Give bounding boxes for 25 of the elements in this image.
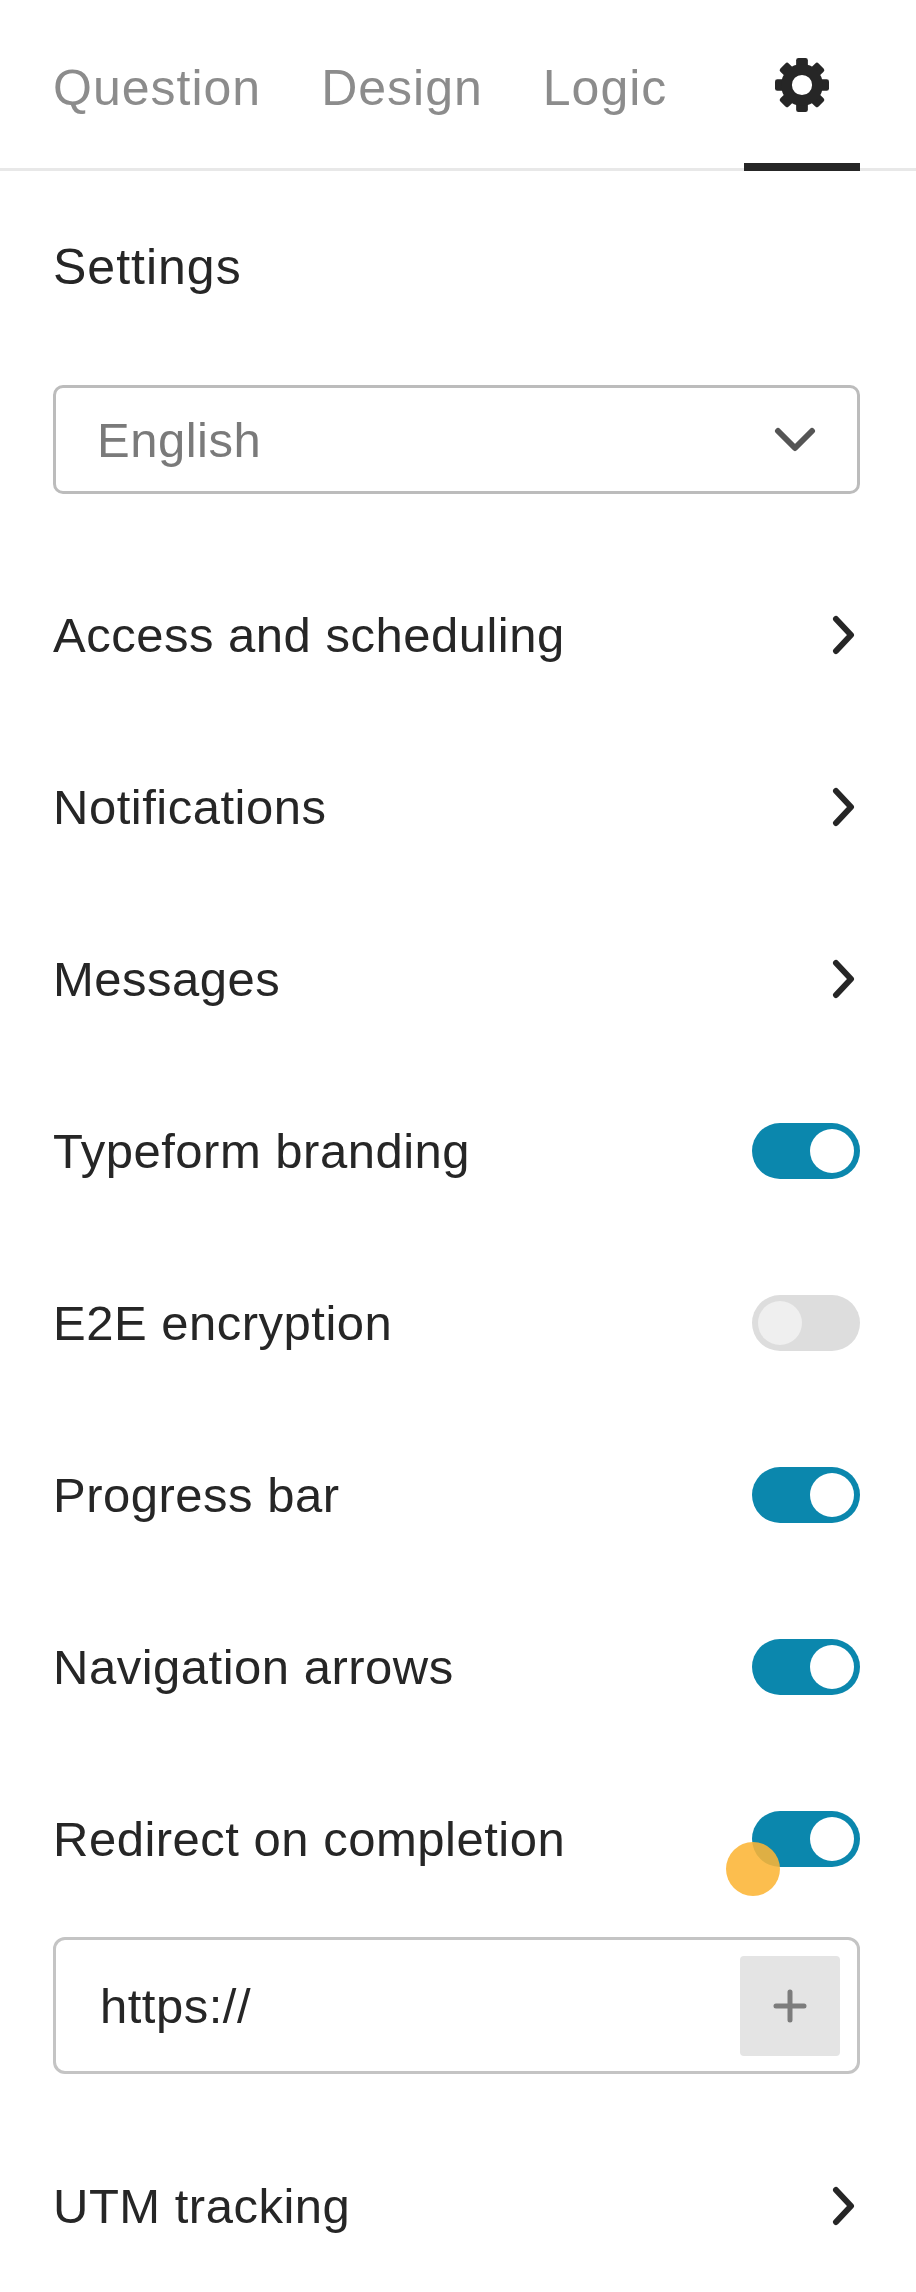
- setting-label: E2E encryption: [53, 1295, 393, 1351]
- chevron-down-icon: [774, 426, 816, 453]
- add-button[interactable]: [740, 1956, 840, 2056]
- chevron-right-icon: [832, 787, 856, 827]
- language-dropdown[interactable]: English: [53, 385, 860, 494]
- setting-label: Redirect on completion: [53, 1811, 566, 1867]
- section-title: Settings: [53, 238, 242, 297]
- toggle-switch[interactable]: [752, 1123, 860, 1179]
- settings-menu-item[interactable]: Messages: [53, 893, 860, 1065]
- setting-label: Navigation arrows: [53, 1639, 454, 1695]
- plus-icon: [773, 1989, 807, 2023]
- url-input-field[interactable]: https://: [53, 1937, 860, 2074]
- chevron-right-icon: [832, 2186, 856, 2226]
- toggle-switch[interactable]: [752, 1295, 860, 1351]
- chevron-right-icon: [832, 959, 856, 999]
- toggle-switch[interactable]: [752, 1811, 860, 1867]
- toggle-switch[interactable]: [752, 1467, 860, 1523]
- settings-menu-item[interactable]: Notifications: [53, 721, 860, 893]
- settings-menu-item[interactable]: UTM tracking: [53, 2124, 860, 2288]
- setting-label: Typeform branding: [53, 1123, 471, 1179]
- chevron-right-icon: [832, 615, 856, 655]
- setting-label: Progress bar: [53, 1467, 340, 1523]
- gear-icon: [775, 58, 829, 112]
- settings-menu-item[interactable]: Access and scheduling: [53, 549, 860, 721]
- toggle-switch[interactable]: [752, 1639, 860, 1695]
